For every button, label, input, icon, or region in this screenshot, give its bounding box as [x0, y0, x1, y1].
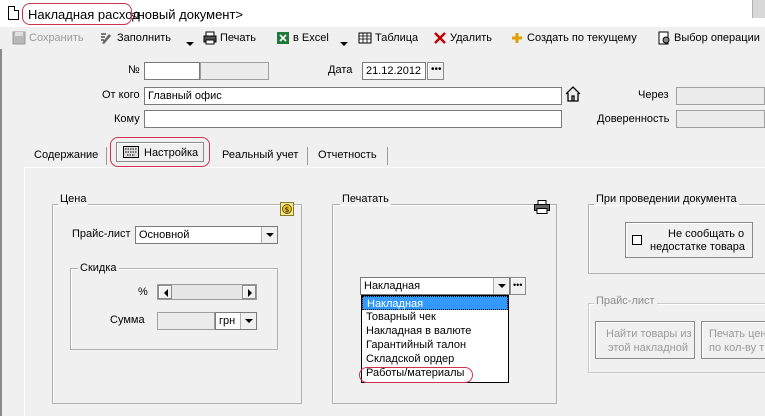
to-input[interactable]	[144, 110, 562, 128]
delete-button[interactable]: Удалить	[433, 30, 492, 46]
list-item[interactable]: Складской ордер	[362, 352, 508, 366]
save-button[interactable]: Сохранить	[12, 30, 84, 46]
keyboard-icon	[123, 146, 139, 158]
svg-text:$: $	[285, 206, 289, 214]
table-icon	[358, 32, 372, 44]
print-group-title: Печатать	[340, 193, 391, 205]
from-label: От кого	[102, 89, 140, 101]
list-item[interactable]: Накладная в валюте	[362, 324, 508, 338]
chevron-down-icon	[240, 313, 256, 329]
operation-icon	[658, 31, 670, 45]
no-shortage-report-toggle[interactable]: Не сообщать о недостатке товара	[625, 222, 753, 258]
ellipsis-icon: •••	[513, 280, 523, 290]
title-bar: Накладная расход <новый документ>	[0, 0, 765, 26]
pricelist-group-title: Прайс-лист	[594, 295, 657, 307]
currency-select[interactable]: грн	[215, 312, 257, 330]
excel-button[interactable]: в Excel	[276, 30, 329, 46]
home-icon[interactable]	[564, 85, 582, 103]
ellipsis-icon: •••	[431, 64, 442, 75]
date-picker-button[interactable]: •••	[427, 62, 444, 80]
tab-separator	[387, 147, 388, 165]
posting-group-title: При проведении документа	[594, 193, 739, 205]
toolbar: Сохранить Заполнить Печать в Excel Табли…	[0, 27, 765, 49]
document-icon	[8, 6, 19, 20]
select-operation-button[interactable]: Выбор операции	[657, 30, 760, 46]
number-label: №	[128, 64, 140, 76]
chevron-down-icon	[186, 42, 194, 46]
save-icon	[12, 31, 26, 45]
tab-separator	[307, 147, 308, 165]
coin-icon[interactable]: $	[280, 202, 294, 216]
via-label: Через	[638, 89, 669, 101]
tab-content[interactable]: Содержание	[26, 143, 106, 167]
proxy-label: Доверенность	[597, 113, 670, 125]
document-form: № Дата 21.12.2012 ••• От кого Главный оф…	[2, 49, 765, 416]
create-by-current-button[interactable]: Создать по текущему	[510, 30, 637, 46]
scroll-left-button[interactable]	[158, 285, 172, 299]
fill-button[interactable]: Заполнить	[100, 30, 171, 46]
excel-icon	[277, 32, 289, 44]
list-item[interactable]: Накладная	[362, 296, 508, 310]
sum-input[interactable]	[157, 312, 215, 330]
print-button[interactable]: Печать	[203, 30, 256, 46]
tab-settings[interactable]: Настройка	[110, 137, 210, 167]
title-highlight	[22, 3, 132, 25]
tab-bar: Содержание Настройка Реальный учет Отчет…	[24, 137, 765, 167]
chevron-down-icon	[340, 42, 348, 46]
printer-icon	[203, 31, 217, 45]
find-goods-button[interactable]: Найти товары из этой накладной	[595, 321, 695, 359]
number-input[interactable]	[144, 62, 200, 80]
arrow-right-icon	[248, 289, 252, 297]
scroll-right-button[interactable]	[242, 285, 256, 299]
chevron-down-icon	[493, 278, 509, 294]
chevron-down-icon	[261, 227, 277, 243]
list-item[interactable]: Гарантийный талон	[362, 338, 508, 352]
list-item[interactable]: Товарный чек	[362, 310, 508, 324]
pricelist-select[interactable]: Основной	[135, 226, 278, 244]
print-prices-button[interactable]: Печать цен по кол-ву т	[701, 321, 765, 359]
from-input[interactable]: Главный офис	[144, 87, 562, 105]
window-control[interactable]	[752, 0, 765, 18]
tab-real-accounting[interactable]: Реальный учет	[214, 143, 306, 167]
arrow-left-icon	[164, 289, 168, 297]
option-highlight	[359, 367, 473, 383]
discount-group	[70, 268, 278, 350]
checkbox-icon	[632, 235, 642, 245]
proxy-input[interactable]	[676, 110, 765, 128]
percent-label: %	[138, 286, 148, 298]
window-subtitle: <новый документ>	[130, 7, 244, 22]
fill-icon	[101, 33, 111, 44]
delete-icon	[434, 32, 446, 44]
discount-group-title: Скидка	[78, 262, 119, 274]
tab-reporting[interactable]: Отчетность	[310, 143, 385, 167]
to-label: Кому	[114, 113, 140, 125]
print-form-select[interactable]: Накладная	[360, 277, 510, 295]
print-form-more-button[interactable]: •••	[510, 277, 526, 295]
plus-icon	[512, 33, 522, 43]
tab-separator	[106, 147, 107, 165]
pricelist-label: Прайс-лист	[72, 228, 131, 240]
date-label: Дата	[328, 64, 353, 76]
sum-label: Сумма	[110, 314, 145, 326]
printer-icon[interactable]	[534, 200, 550, 214]
table-button[interactable]: Таблица	[358, 30, 418, 46]
number-suffix-input[interactable]	[200, 62, 269, 80]
percent-scrollbar[interactable]	[157, 284, 257, 300]
price-group-title: Цена	[58, 193, 89, 205]
date-input[interactable]: 21.12.2012	[362, 62, 426, 80]
via-input[interactable]	[676, 87, 765, 105]
